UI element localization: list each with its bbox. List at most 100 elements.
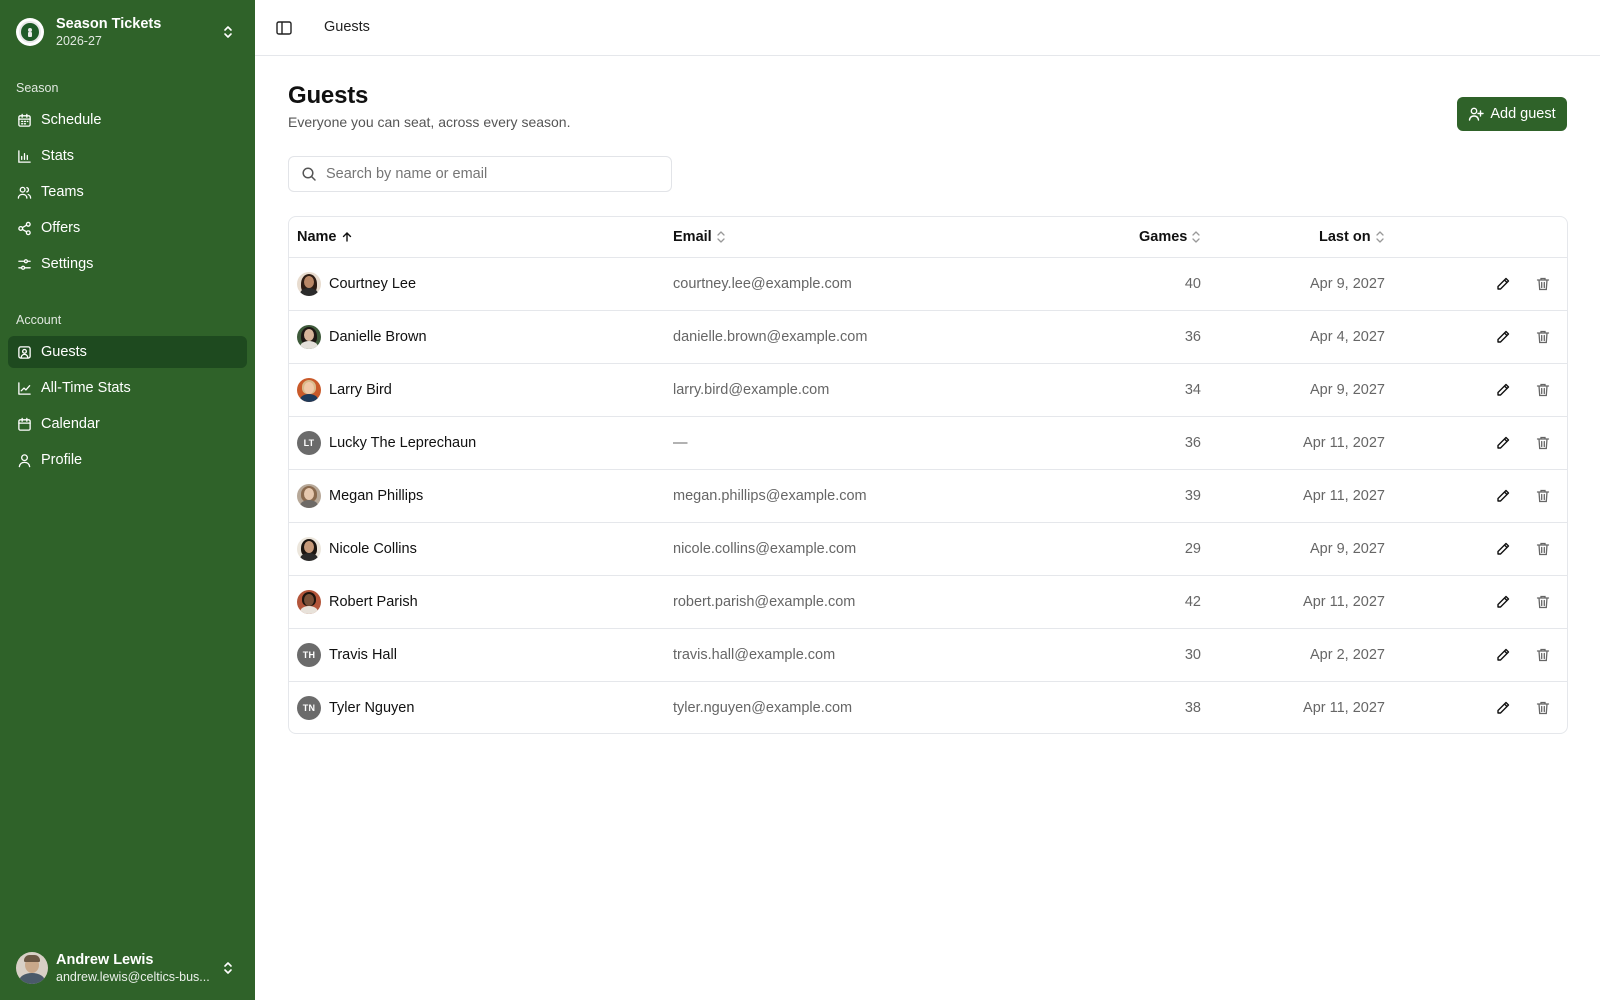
avatar: TN	[297, 696, 321, 720]
guest-email: tyler.nguyen@example.com	[673, 700, 853, 716]
delete-button[interactable]	[1533, 645, 1553, 665]
search-icon	[302, 167, 316, 181]
guest-name: Courtney Lee	[329, 276, 417, 292]
avatar	[297, 272, 321, 296]
column-header-name[interactable]: Name	[297, 229, 353, 245]
sort-icon	[1192, 231, 1201, 243]
table-row[interactable]: Larry Bird larry.bird@example.com 34 Apr…	[289, 364, 1567, 417]
table-row[interactable]: TN Tyler Nguyen tyler.nguyen@example.com…	[289, 682, 1567, 733]
edit-button[interactable]	[1493, 539, 1513, 559]
guest-games: 34	[1184, 382, 1201, 398]
trash-icon	[1536, 436, 1550, 450]
topbar: Guests	[255, 0, 1600, 56]
guest-name: Lucky The Leprechaun	[329, 435, 477, 451]
contact-icon	[18, 345, 31, 359]
name-cell: LT Lucky The Leprechaun	[297, 431, 476, 455]
sidebar-toggle-icon[interactable]	[275, 19, 293, 37]
arrow-up-icon	[342, 232, 351, 242]
avatar	[16, 952, 48, 984]
edit-button[interactable]	[1493, 433, 1513, 453]
sidebar-item-stats[interactable]: Stats	[8, 140, 247, 172]
chevrons-up-down-icon	[224, 26, 232, 38]
table-header: Name Email Games Last on	[289, 217, 1567, 258]
edit-button[interactable]	[1493, 380, 1513, 400]
search-box[interactable]	[288, 156, 672, 192]
column-header-email[interactable]: Email	[673, 229, 726, 245]
table-row[interactable]: Megan Phillips megan.phillips@example.co…	[289, 470, 1567, 523]
sort-icon	[717, 231, 725, 243]
pencil-icon	[1497, 436, 1510, 449]
users-icon	[17, 186, 32, 199]
add-guest-button[interactable]: Add guest	[1457, 97, 1567, 131]
edit-button[interactable]	[1493, 274, 1513, 294]
section-label-season: Season	[16, 81, 59, 95]
sidebar-item-offers[interactable]: Offers	[8, 212, 247, 244]
team-name: Season Tickets	[56, 16, 162, 32]
column-label: Last on	[1319, 229, 1371, 245]
delete-button[interactable]	[1533, 486, 1553, 506]
avatar	[297, 590, 321, 614]
sidebar-item-calendar[interactable]: Calendar	[8, 408, 247, 440]
table-row[interactable]: Danielle Brown danielle.brown@example.co…	[289, 311, 1567, 364]
delete-button[interactable]	[1533, 433, 1553, 453]
sidebar-item-profile[interactable]: Profile	[8, 444, 247, 476]
avatar	[297, 537, 321, 561]
column-header-last-on[interactable]: Last on	[1319, 229, 1385, 245]
delete-button[interactable]	[1533, 327, 1553, 347]
sidebar-item-all-time-stats[interactable]: All-Time Stats	[8, 372, 247, 404]
sidebar-item-label: Schedule	[41, 112, 102, 128]
name-cell: TH Travis Hall	[297, 643, 397, 667]
search-input[interactable]	[326, 166, 656, 182]
column-label: Games	[1139, 229, 1188, 245]
trash-icon	[1536, 595, 1550, 609]
edit-button[interactable]	[1493, 327, 1513, 347]
guest-email: —	[673, 435, 688, 451]
page-subtitle: Everyone you can seat, across every seas…	[288, 114, 571, 130]
guest-name: Robert Parish	[329, 594, 418, 610]
page-title: Guests	[288, 82, 369, 109]
column-header-games[interactable]: Games	[1139, 229, 1201, 245]
guest-name: Nicole Collins	[329, 541, 417, 557]
table-row[interactable]: Robert Parish robert.parish@example.com …	[289, 576, 1567, 629]
breadcrumb: Guests	[324, 19, 370, 35]
avatar: TH	[297, 643, 321, 667]
delete-button[interactable]	[1533, 274, 1553, 294]
trash-icon	[1536, 330, 1550, 344]
delete-button[interactable]	[1533, 539, 1553, 559]
guest-name: Megan Phillips	[329, 488, 424, 504]
guest-email: larry.bird@example.com	[673, 382, 830, 398]
edit-button[interactable]	[1493, 698, 1513, 718]
guest-last-on: Apr 9, 2027	[1310, 382, 1385, 398]
guest-last-on: Apr 4, 2027	[1310, 329, 1385, 345]
sidebar-item-schedule[interactable]: Schedule	[8, 104, 247, 136]
table-row[interactable]: LT Lucky The Leprechaun — 36 Apr 11, 202…	[289, 417, 1567, 470]
trash-icon	[1536, 489, 1550, 503]
sidebar-item-guests[interactable]: Guests	[8, 336, 247, 368]
guest-games: 36	[1184, 329, 1201, 345]
delete-button[interactable]	[1533, 698, 1553, 718]
team-switcher[interactable]: Season Tickets 2026-27	[16, 14, 244, 50]
guest-games: 30	[1184, 647, 1201, 663]
guest-email: megan.phillips@example.com	[673, 488, 867, 504]
guest-email: travis.hall@example.com	[673, 647, 836, 663]
sidebar-item-label: Settings	[41, 256, 94, 272]
edit-button[interactable]	[1493, 592, 1513, 612]
table-row[interactable]: TH Travis Hall travis.hall@example.com 3…	[289, 629, 1567, 682]
edit-button[interactable]	[1493, 486, 1513, 506]
pencil-icon	[1497, 330, 1510, 343]
add-guest-label: Add guest	[1490, 106, 1556, 122]
table-row[interactable]: Nicole Collins nicole.collins@example.co…	[289, 523, 1567, 576]
avatar	[297, 325, 321, 349]
sidebar-item-label: All-Time Stats	[41, 380, 131, 396]
pencil-icon	[1497, 701, 1510, 714]
edit-button[interactable]	[1493, 645, 1513, 665]
sidebar-item-teams[interactable]: Teams	[8, 176, 247, 208]
user-menu[interactable]: Andrew Lewis andrew.lewis@celtics-bus...	[16, 950, 244, 986]
delete-button[interactable]	[1533, 380, 1553, 400]
delete-button[interactable]	[1533, 592, 1553, 612]
sidebar-item-settings[interactable]: Settings	[8, 248, 247, 280]
name-cell: Robert Parish	[297, 590, 418, 614]
avatar: LT	[297, 431, 321, 455]
guest-last-on: Apr 11, 2027	[1303, 594, 1385, 610]
table-row[interactable]: Courtney Lee courtney.lee@example.com 40…	[289, 258, 1567, 311]
